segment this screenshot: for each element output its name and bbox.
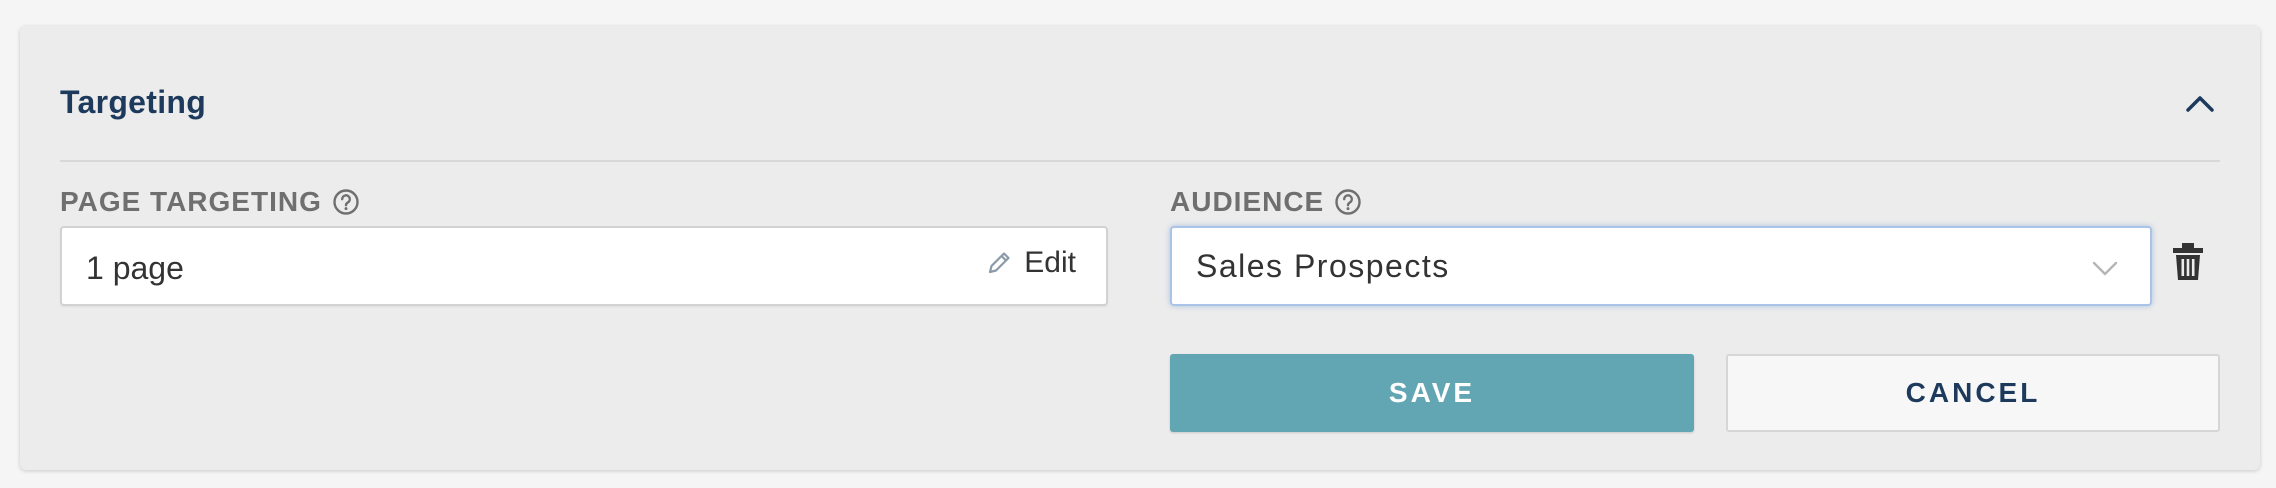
cancel-button[interactable]: CANCEL [1726,354,2220,432]
save-button[interactable]: SAVE [1170,354,1694,432]
panel-header: Targeting [60,26,2220,162]
section-title: Targeting [60,84,207,120]
question-circle-icon[interactable] [332,188,360,216]
audience-selected-value: Sales Prospects [1196,248,1450,284]
audience-label: AUDIENCE [1170,186,1325,217]
page-targeting-label-row: PAGE TARGETING [60,186,360,218]
edit-button[interactable]: Edit [984,246,1076,280]
trash-icon [2173,243,2203,280]
collapse-button[interactable] [2180,84,2220,124]
audience-select[interactable]: Sales Prospects [1170,226,2152,306]
chevron-up-icon [2186,96,2214,112]
page-targeting-label: PAGE TARGETING [60,186,322,217]
page-targeting-field: 1 page Edit [60,226,1108,306]
chevron-down-icon [2092,261,2118,276]
audience-label-row: AUDIENCE [1170,186,1362,218]
delete-audience-button[interactable] [2170,240,2206,284]
edit-label: Edit [1024,246,1076,279]
question-circle-icon[interactable] [1334,188,1362,216]
pencil-icon [989,252,1010,274]
page-targeting-value: 1 page [86,250,184,286]
